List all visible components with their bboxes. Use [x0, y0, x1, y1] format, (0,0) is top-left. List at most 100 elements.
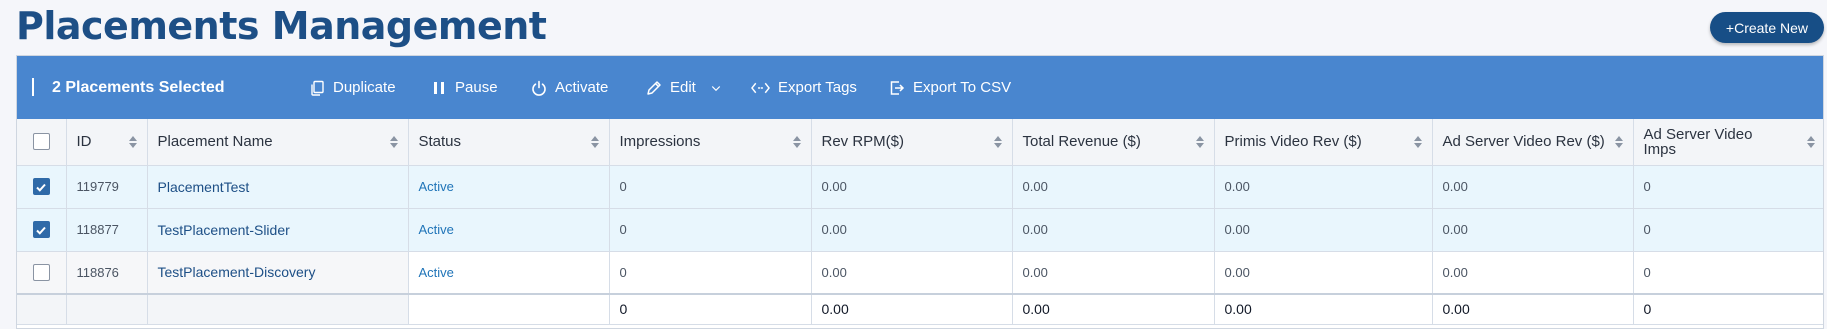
activate-label: Activate	[555, 79, 609, 96]
sort-icon	[1807, 135, 1815, 148]
cell-id: 118877	[66, 208, 148, 252]
col-name-label: Placement Name	[157, 133, 273, 151]
pencil-icon	[647, 80, 661, 95]
totals-blank-cell	[17, 293, 67, 325]
cell-total-revenue: 0.00	[1012, 251, 1215, 295]
col-impressions-label: Impressions	[619, 133, 701, 151]
checkmark-icon	[36, 226, 46, 235]
col-header-id[interactable]: ID	[66, 119, 148, 166]
totals-blank-cell	[408, 293, 610, 325]
edit-dropdown-button[interactable]: Edit	[646, 79, 722, 96]
table-row[interactable]: 118877 TestPlacement-Slider Active 0 0.0…	[17, 208, 1823, 252]
select-all-cell	[17, 119, 67, 166]
cell-rev-rpm: 0.00	[811, 165, 1013, 209]
select-all-checkbox[interactable]	[32, 133, 50, 151]
total-rev-rpm: 0.00	[811, 293, 1013, 325]
duplicate-label: Duplicate	[333, 79, 396, 96]
table-header-row: ID Placement Name Status Impressions Rev…	[17, 119, 1823, 166]
cell-ad-server-video-rev: 0.00	[1432, 165, 1634, 209]
cell-id: 119779	[66, 165, 148, 209]
cell-placement-name[interactable]: PlacementTest	[147, 165, 409, 209]
pause-icon	[434, 81, 444, 94]
cell-ad-server-video-imps: 0	[1633, 251, 1823, 295]
col-header-ad-server-video-imps[interactable]: Ad Server Video Imps	[1633, 119, 1823, 166]
row-select-cell	[17, 165, 67, 209]
sort-icon	[1195, 135, 1204, 148]
cell-ad-server-video-imps: 0	[1633, 208, 1823, 252]
table-row[interactable]: 118876 TestPlacement-Discovery Active 0 …	[17, 251, 1823, 295]
selection-count-label: 2 Placements Selected	[52, 78, 225, 96]
create-new-button[interactable]: +Create New	[1709, 12, 1824, 43]
edit-label: Edit	[670, 79, 696, 96]
pause-button[interactable]: Pause	[431, 79, 498, 96]
col-total-revenue-label: Total Revenue ($)	[1022, 133, 1141, 151]
col-status-label: Status	[418, 133, 462, 151]
pause-label: Pause	[455, 79, 498, 96]
placements-panel: 2 Placements Selected Duplicate Pause Ac…	[16, 55, 1824, 329]
bulk-action-toolbar: 2 Placements Selected Duplicate Pause Ac…	[17, 56, 1823, 119]
totals-row: 0 0.00 0.00 0.00 0.00 0	[17, 293, 1823, 325]
sort-icon	[389, 135, 398, 148]
export-tags-label: Export Tags	[778, 79, 857, 96]
cell-status: Active	[408, 165, 610, 209]
col-ad-server-video-imps-label: Ad Server Video Imps	[1643, 125, 1753, 158]
sort-icon	[1614, 135, 1623, 148]
col-primis-video-rev-label: Primis Video Rev ($)	[1224, 133, 1362, 151]
row-checkbox[interactable]	[32, 221, 50, 239]
cell-primis-video-rev: 0.00	[1214, 251, 1433, 295]
total-impressions: 0	[609, 293, 812, 325]
cell-placement-name[interactable]: TestPlacement-Discovery	[147, 251, 409, 295]
sort-icon	[993, 135, 1002, 148]
col-header-name[interactable]: Placement Name	[147, 119, 409, 166]
cell-impressions: 0	[609, 251, 812, 295]
col-header-primis-video-rev[interactable]: Primis Video Rev ($)	[1214, 119, 1433, 166]
power-icon	[532, 80, 546, 96]
total-total-revenue: 0.00	[1012, 293, 1215, 325]
activate-button[interactable]: Activate	[531, 79, 608, 96]
total-primis-video-rev: 0.00	[1214, 293, 1433, 325]
export-icon	[890, 80, 905, 95]
sort-icon	[590, 135, 599, 148]
cell-placement-name[interactable]: TestPlacement-Slider	[147, 208, 409, 252]
col-header-rev-rpm[interactable]: Rev RPM($)	[811, 119, 1013, 166]
col-header-impressions[interactable]: Impressions	[609, 119, 812, 166]
col-header-total-revenue[interactable]: Total Revenue ($)	[1012, 119, 1215, 166]
sort-icon	[792, 135, 801, 148]
total-ad-server-video-imps: 0	[1633, 293, 1823, 325]
cell-ad-server-video-imps: 0	[1633, 165, 1823, 209]
col-header-status[interactable]: Status	[408, 119, 610, 166]
table-row[interactable]: 119779 PlacementTest Active 0 0.00 0.00 …	[17, 165, 1823, 209]
row-select-cell	[17, 251, 67, 295]
duplicate-icon	[311, 80, 324, 96]
totals-blank-cell	[66, 293, 148, 325]
duplicate-button[interactable]: Duplicate	[309, 79, 396, 96]
cell-primis-video-rev: 0.00	[1214, 165, 1433, 209]
chevron-down-icon	[711, 85, 721, 91]
cell-status: Active	[408, 251, 610, 295]
row-checkbox[interactable]	[32, 263, 50, 281]
cell-impressions: 0	[609, 208, 812, 252]
code-tags-icon	[751, 82, 770, 93]
col-header-ad-server-video-rev[interactable]: Ad Server Video Rev ($)	[1432, 119, 1634, 166]
totals-blank-cell	[147, 293, 409, 325]
sort-icon	[1413, 135, 1422, 148]
cell-impressions: 0	[609, 165, 812, 209]
cell-ad-server-video-rev: 0.00	[1432, 208, 1634, 252]
cell-ad-server-video-rev: 0.00	[1432, 251, 1634, 295]
page-title: Placements Management	[16, 4, 547, 48]
cell-total-revenue: 0.00	[1012, 165, 1215, 209]
export-csv-label: Export To CSV	[913, 79, 1012, 96]
col-rev-rpm-label: Rev RPM($)	[821, 133, 905, 151]
total-ad-server-video-rev: 0.00	[1432, 293, 1634, 325]
placements-table: ID Placement Name Status Impressions Rev…	[17, 119, 1823, 325]
export-csv-button[interactable]: Export To CSV	[889, 79, 1011, 96]
row-checkbox[interactable]	[32, 178, 50, 196]
cell-status: Active	[408, 208, 610, 252]
col-id-label: ID	[76, 133, 92, 151]
cell-rev-rpm: 0.00	[811, 208, 1013, 252]
toolbar-divider	[32, 78, 34, 96]
cell-total-revenue: 0.00	[1012, 208, 1215, 252]
cell-primis-video-rev: 0.00	[1214, 208, 1433, 252]
checkmark-icon	[36, 183, 46, 192]
export-tags-button[interactable]: Export Tags	[751, 79, 857, 96]
